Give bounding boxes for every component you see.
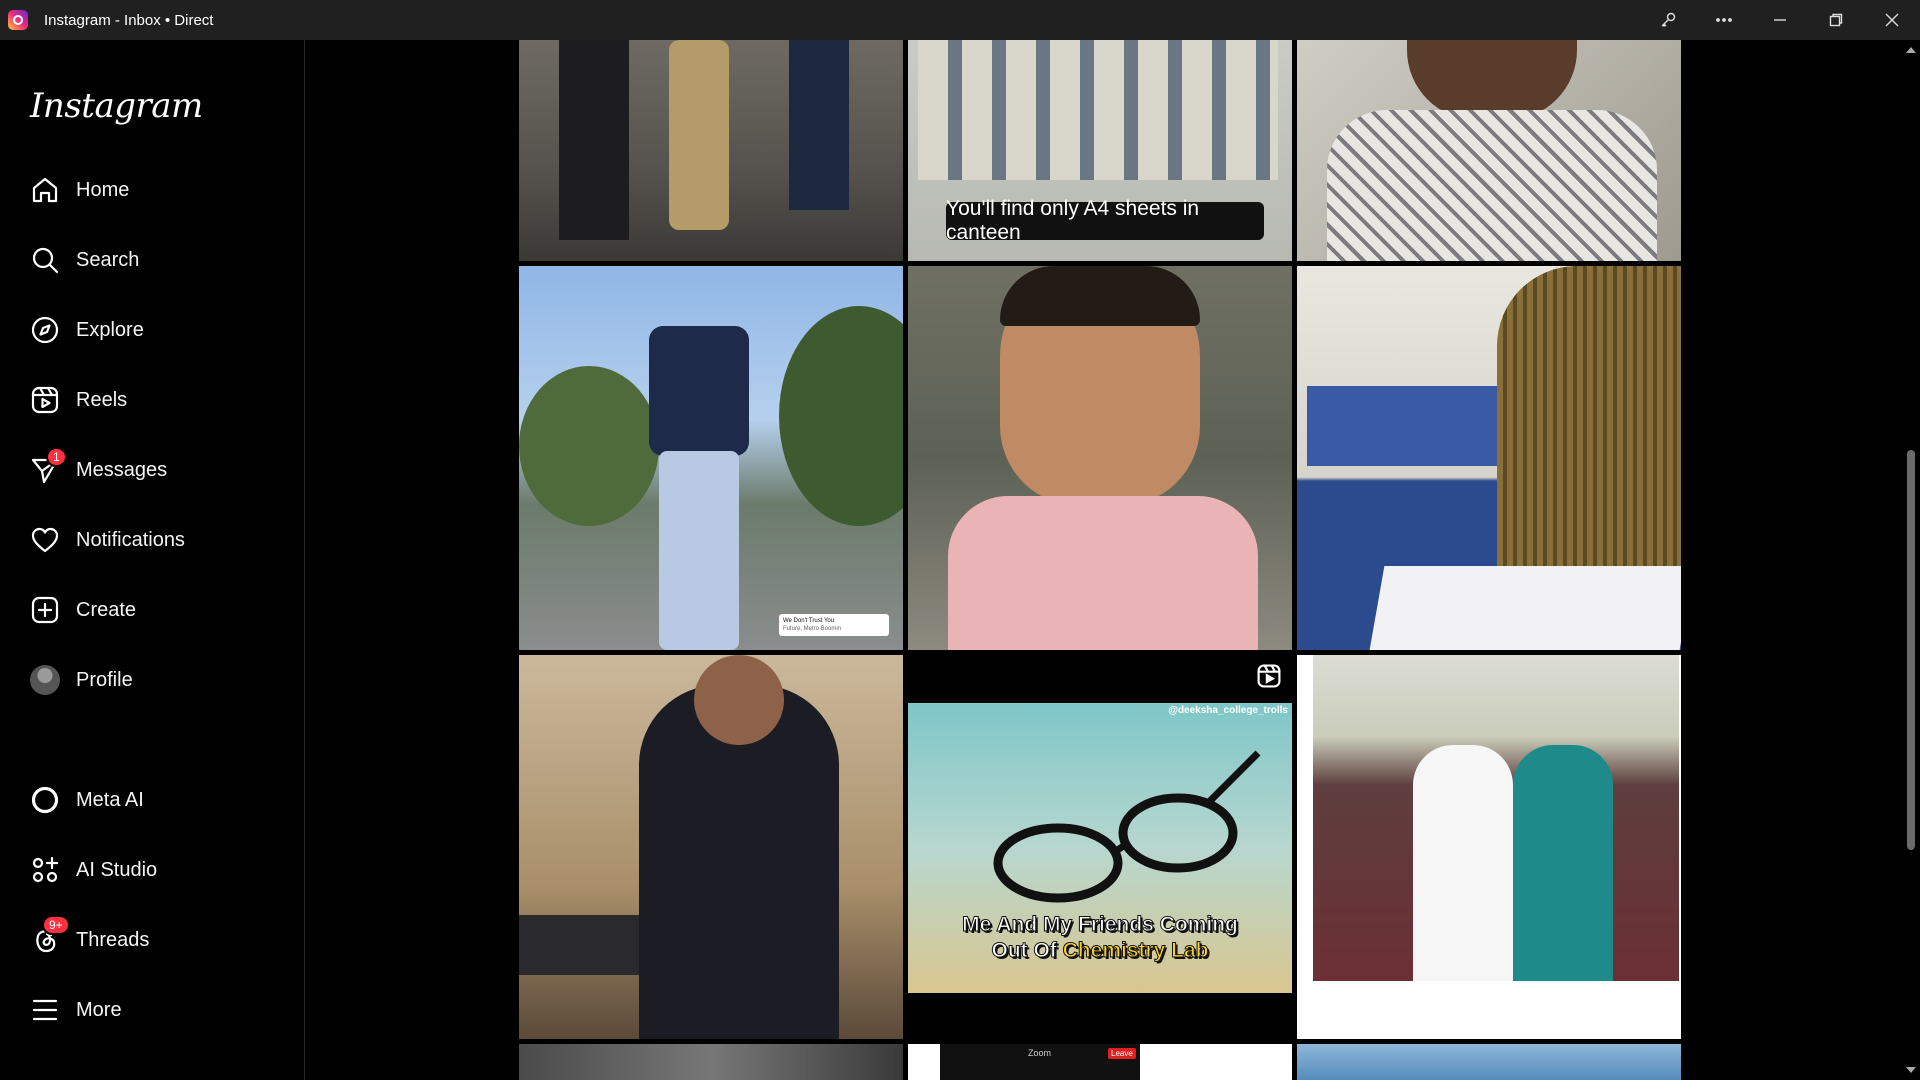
music-tag: We Don't Trust You Future, Metro Boomin [779,614,889,636]
nav-search[interactable]: Search [12,232,292,288]
person-legs-image [669,40,729,230]
close-icon[interactable] [1864,0,1920,40]
hamburger-icon [28,993,62,1027]
nav-label: More [76,998,122,1021]
post-tile[interactable]: We Don't Trust You Future, Metro Boomin [519,266,903,650]
nav-meta-ai[interactable]: Meta AI [12,772,292,828]
classroom-image [1307,386,1507,466]
ai-studio-icon [28,853,62,887]
key-icon[interactable] [1640,0,1696,40]
minimize-icon[interactable] [1752,0,1808,40]
compass-icon [28,313,62,347]
post-tile[interactable] [1297,1044,1681,1080]
meta-ai-ring-icon [28,783,62,817]
nav-label: Create [76,598,137,621]
nav-messages[interactable]: 1 Messages [12,442,292,498]
post-tile[interactable]: Zoom Leave [908,1044,1292,1080]
nav-home[interactable]: Home [12,162,292,218]
post-tile[interactable] [1297,40,1681,261]
nav-profile[interactable]: Profile [12,652,292,708]
post-tile[interactable] [1297,266,1681,650]
messenger-icon: 1 [28,447,67,487]
nav-label: Home [76,178,130,201]
window-title: Instagram - Inbox • Direct [44,11,214,29]
post-tile[interactable] [519,655,903,1039]
instagram-app-icon [8,10,28,30]
nav-label: Messages [76,458,168,481]
nav-label: Explore [76,318,144,341]
post-tile[interactable] [519,1044,903,1080]
reel-caption-line1: Me And My Friends Coming [962,913,1239,937]
reels-icon [28,383,62,417]
post-tile[interactable] [519,40,903,261]
scroll-up-arrow-icon[interactable] [1906,47,1916,53]
threads-icon: 9+ [28,915,70,957]
search-icon [28,243,62,277]
canteen-caption: You'll find only A4 sheets in canteen [946,197,1264,244]
scrollbar-thumb[interactable] [1907,450,1915,850]
profile-posts-grid: You'll find only A4 sheets in canteen We… [306,40,1906,1080]
nav-label: Notifications [76,528,185,551]
scrollbar[interactable] [1902,40,1920,1080]
post-tile[interactable]: You'll find only A4 sheets in canteen [908,40,1292,261]
messages-badge: 1 [46,447,67,467]
threads-badge: 9+ [42,915,70,935]
nav-explore[interactable]: Explore [12,302,292,358]
nav-label: Search [76,248,140,271]
nav-reels[interactable]: Reels [12,372,292,428]
nav-notifications[interactable]: Notifications [12,512,292,568]
nav-more[interactable]: More [12,982,292,1038]
reel-icon [1256,663,1282,694]
plus-square-icon [28,593,62,627]
person-shirt-image [649,326,749,456]
heart-icon [28,523,62,557]
post-tile[interactable] [908,266,1292,650]
title-bar: Instagram - Inbox • Direct [0,0,1920,40]
home-icon [28,173,62,207]
post-tile[interactable] [1297,655,1681,1039]
window-controls [1640,0,1920,40]
reel-thumbnail: @deeksha_college_trolls Me And My Friend… [908,703,1292,993]
reel-caption-line2: Out Of Chemistry Lab [991,939,1209,963]
sidebar: Instagram Home Search Explore Reels 1 Me… [0,40,305,1080]
nav-label: Meta AI [76,788,144,811]
instagram-logo[interactable]: Instagram [30,86,203,126]
profile-avatar [28,663,62,697]
nav-label: Threads [76,928,150,951]
nav-threads[interactable]: 9+ Threads [12,912,292,968]
face-image [1407,40,1577,120]
maximize-icon[interactable] [1808,0,1864,40]
nav-create[interactable]: Create [12,582,292,638]
nav-label: AI Studio [76,858,158,881]
nav-label: Profile [76,668,133,691]
building-image [918,40,1278,180]
zoom-call-thumbnail: Zoom Leave [940,1044,1140,1080]
couple-photo [1313,655,1679,981]
scroll-down-arrow-icon[interactable] [1906,1067,1916,1073]
nav-ai-studio[interactable]: AI Studio [12,842,292,898]
more-options-icon[interactable] [1696,0,1752,40]
nav-label: Reels [76,388,128,411]
reel-tile[interactable]: @deeksha_college_trolls Me And My Friend… [908,655,1292,1039]
